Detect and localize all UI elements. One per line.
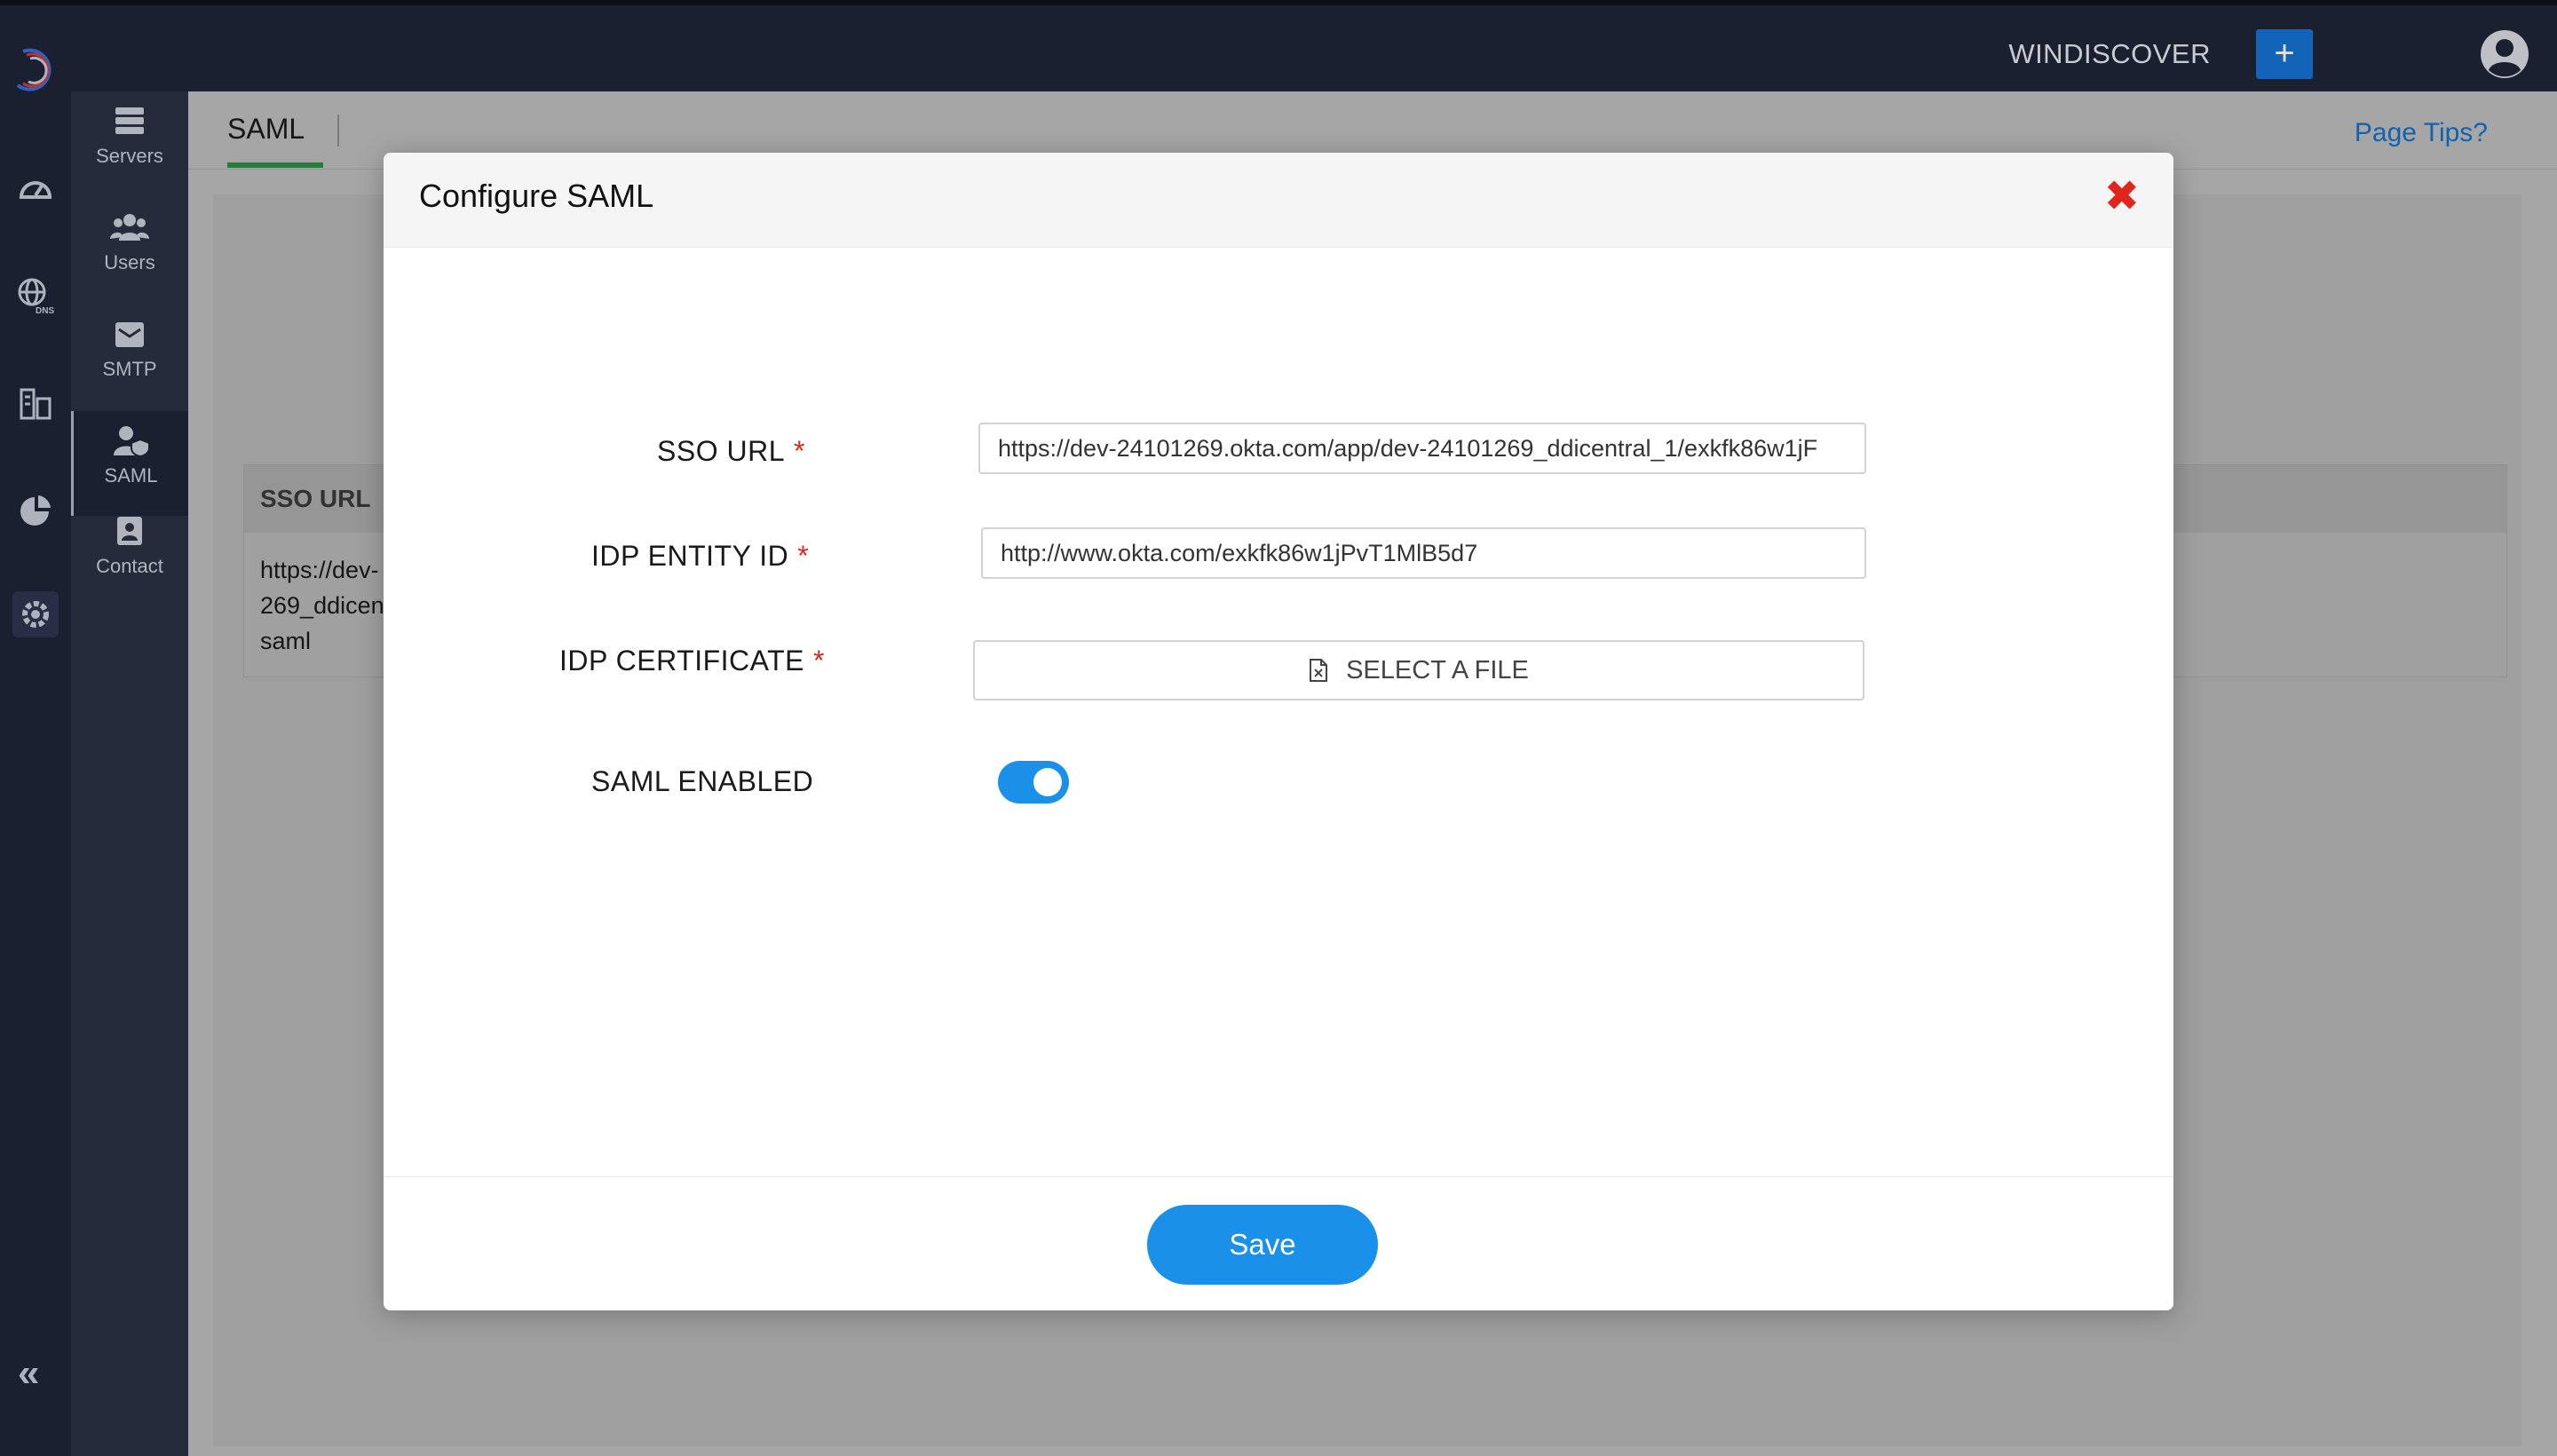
configure-saml-dialog: Configure SAML ✖ SSO URL * https://dev-24…	[384, 153, 2173, 1310]
required-marker: *	[793, 435, 805, 467]
idp-entity-id-label: IDP ENTITY ID *	[591, 540, 809, 573]
close-icon[interactable]: ✖	[2104, 176, 2140, 218]
file-icon	[1310, 659, 1328, 682]
save-button[interactable]: Save	[1147, 1205, 1378, 1285]
dialog-footer: Save	[384, 1176, 2173, 1310]
idp-certificate-label: IDP CERTIFICATE *	[559, 645, 825, 677]
required-marker: *	[812, 645, 825, 677]
saml-enabled-label: SAML ENABLED	[591, 765, 814, 797]
select-file-label: SELECT A FILE	[1346, 655, 1529, 684]
idp-entity-id-input[interactable]: http://www.okta.com/exkfk86w1jPvT1MlB5d7	[981, 527, 1866, 579]
dialog-title: Configure SAML	[419, 178, 654, 214]
required-marker: *	[797, 540, 810, 572]
label-text: IDP CERTIFICATE	[559, 645, 804, 677]
sso-url-label: SSO URL *	[657, 435, 805, 468]
label-text: SSO URL	[657, 435, 785, 467]
label-text: IDP ENTITY ID	[591, 540, 789, 572]
saml-enabled-toggle[interactable]	[998, 761, 1069, 803]
toggle-knob	[1033, 768, 1062, 796]
select-file-button[interactable]: SELECT A FILE	[973, 640, 1864, 700]
dialog-header: Configure SAML ✖	[384, 153, 2173, 248]
sso-url-input[interactable]: https://dev-24101269.okta.com/app/dev-24…	[978, 423, 1866, 474]
